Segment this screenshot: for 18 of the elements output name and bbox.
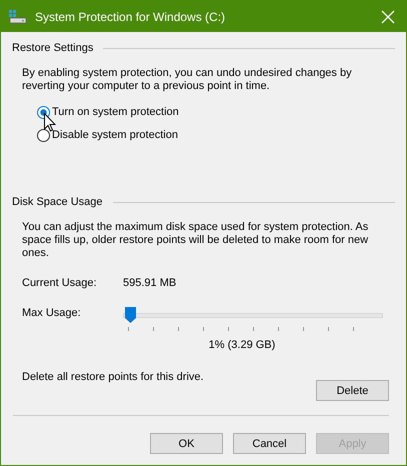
usage-value: 595.91 MB — [123, 277, 176, 289]
group-heading: Restore Settings — [12, 42, 94, 54]
usage-reading: 1% (3.29 GB) — [208, 339, 276, 351]
field-label: Current Usage: — [22, 277, 98, 289]
slider-thumb[interactable] — [125, 307, 136, 323]
window-title: System Protection for Windows (C:) — [35, 10, 226, 24]
dialog-button[interactable]: OK — [150, 433, 223, 454]
description-text: You can adjust the maximum disk space used for system protection. As space fills up, older restore points will be deleted to make room for new ones. — [22, 221, 370, 260]
radio-button[interactable] — [37, 128, 50, 142]
option-label[interactable]: Turn on system protection — [52, 106, 179, 118]
description-text: By enabling system protection, you can undo undesired changes by reverting your computer to a previous point in time. — [22, 67, 353, 93]
group-heading: Disk Space Usage — [12, 196, 102, 208]
drive-icon — [9, 10, 27, 24]
dialog-button[interactable]: Cancel — [233, 433, 306, 454]
delete-button[interactable]: Delete — [316, 380, 389, 401]
option-label[interactable]: Disable system protection — [52, 129, 178, 141]
field-label: Max Usage: — [22, 307, 82, 319]
delete-text: Delete all restore points for this drive. — [22, 371, 204, 383]
